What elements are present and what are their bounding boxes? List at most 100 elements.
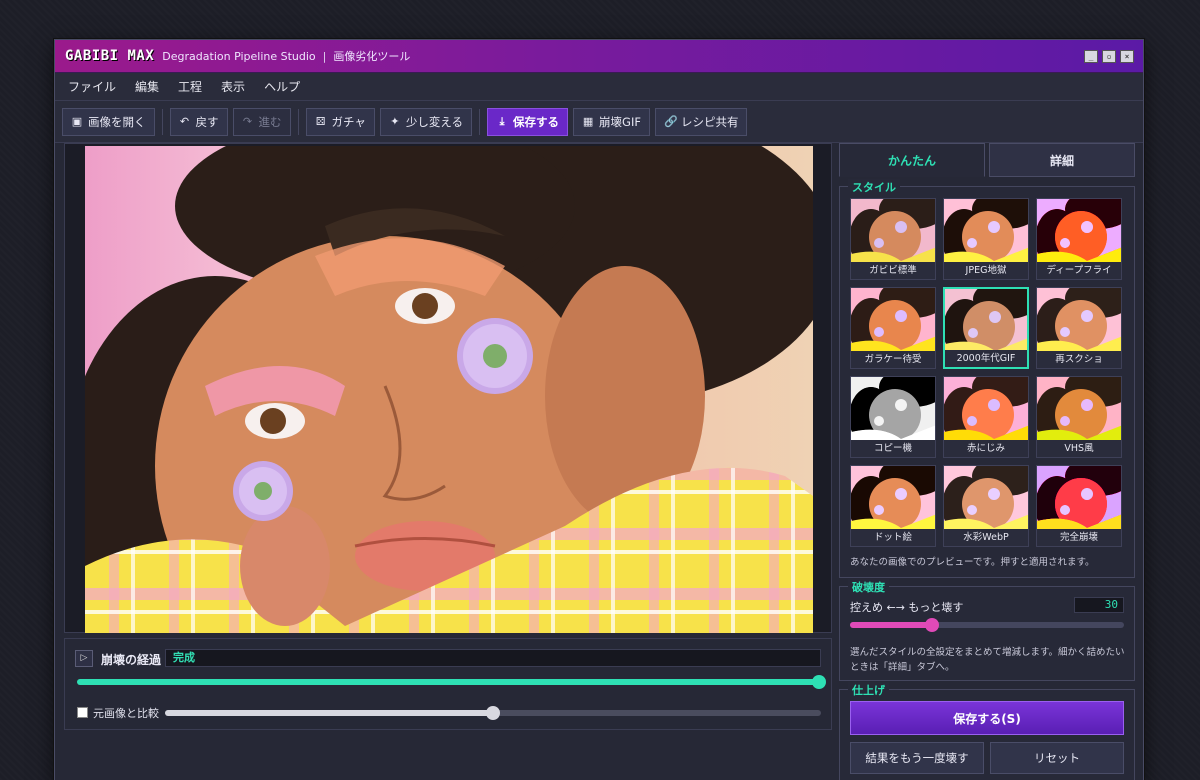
damage-handle[interactable] xyxy=(925,618,940,632)
minimize-button[interactable]: _ xyxy=(1084,49,1098,63)
style-thumbnail xyxy=(944,199,1028,264)
style-card-label: 完全崩壊 xyxy=(1037,529,1121,546)
tweak-label: 少し変える xyxy=(405,114,464,129)
undo-icon: ↶ xyxy=(179,115,190,128)
title-separator: | xyxy=(322,49,327,63)
style-thumbnail xyxy=(851,199,935,264)
style-card[interactable]: 再スクショ xyxy=(1036,287,1122,369)
style-group: スタイル ガビビ標準 JPEG地獄 ディープフライ ガラケー待受 2000年代GIF 再ス… xyxy=(839,179,1135,578)
tab-easy[interactable]: かんたん xyxy=(839,143,985,177)
app-subtitle: Degradation Pipeline Studio xyxy=(162,49,316,63)
undo-button[interactable]: ↶ 戻す xyxy=(169,107,228,136)
app-logo: GABIBI MAX xyxy=(65,48,155,64)
open-image-button[interactable]: ▣ 画像を開く xyxy=(62,107,155,136)
style-card-label: ディープフライ xyxy=(1037,262,1121,279)
style-thumbnail xyxy=(1037,199,1121,264)
style-card[interactable]: 完全崩壊 xyxy=(1036,465,1122,547)
style-card-label: 再スクショ xyxy=(1037,351,1121,368)
compare-slider[interactable] xyxy=(165,706,821,720)
style-thumbnail xyxy=(851,377,935,442)
finish-legend: 仕上げ xyxy=(848,682,889,698)
film-icon: ▦ xyxy=(582,115,594,128)
mode-tabs: かんたん 詳細 xyxy=(839,143,1135,177)
toolbar-divider xyxy=(297,108,299,135)
style-card-label: 水彩WebP xyxy=(944,529,1028,546)
download-icon: ⤓ xyxy=(499,114,505,128)
compare-checkbox[interactable] xyxy=(77,707,88,718)
style-thumbnail xyxy=(851,288,935,353)
style-card-label: ガラケー待受 xyxy=(851,351,935,368)
gacha-button[interactable]: ⚄ ガチャ xyxy=(305,107,375,136)
style-thumbnail xyxy=(851,466,935,531)
style-card[interactable]: ガラケー待受 xyxy=(850,287,936,369)
save-toolbar-button[interactable]: ⤓ 保存する xyxy=(487,107,569,136)
style-card[interactable]: ドット絵 xyxy=(850,465,936,547)
save-toolbar-label: 保存する xyxy=(513,114,560,129)
style-note: あなたの画像でのプレビューです。押すと適用されます。 xyxy=(850,557,1095,568)
damage-value[interactable]: 30 xyxy=(1074,597,1124,613)
menu-edit[interactable]: 編集 xyxy=(135,78,159,95)
menu-file[interactable]: ファイル xyxy=(68,78,116,95)
style-card-label: 2000年代GIF xyxy=(945,350,1027,367)
style-card[interactable]: 赤にじみ xyxy=(943,376,1029,458)
style-card[interactable]: 水彩WebP xyxy=(943,465,1029,547)
style-card-label: 赤にじみ xyxy=(944,440,1028,457)
style-thumbnail xyxy=(1037,466,1121,531)
damage-slider[interactable] xyxy=(850,618,1124,632)
style-card[interactable]: コピー機 xyxy=(850,376,936,458)
menu-view[interactable]: 表示 xyxy=(221,78,245,95)
damage-label: 控えめ ←→ もっと壊す xyxy=(850,601,964,614)
share-recipe-label: レシピ共有 xyxy=(680,114,739,129)
undo-label: 戻す xyxy=(195,114,219,129)
style-grid: ガビビ標準 JPEG地獄 ディープフライガラケー待受 2000年代GIF 再スクショコピ… xyxy=(850,198,1122,547)
finish-group: 仕上げ 保存する(S) 結果をもう一度壊す リセット xyxy=(839,682,1135,780)
title-bar: GABIBI MAX Degradation Pipeline Studio |… xyxy=(55,40,1143,73)
rebreak-button[interactable]: 結果をもう一度壊す xyxy=(850,742,984,774)
toolbar: ▣ 画像を開く ↶ 戻す ↷ 進む ⚄ ガチャ ✦ 少し変える ⤓ 保存する ▦… xyxy=(55,101,1143,143)
tab-detail[interactable]: 詳細 xyxy=(989,143,1135,177)
sparkle-icon: ✦ xyxy=(390,115,400,128)
damage-note: 選んだスタイルの全設定をまとめて増減します。細かく詰めたいときは「詳細」タブへ。 xyxy=(850,647,1125,673)
style-thumbnail xyxy=(1037,288,1121,353)
portrait-illustration xyxy=(85,146,813,633)
style-card[interactable]: VHS風 xyxy=(1036,376,1122,458)
damage-legend: 破壊度 xyxy=(848,579,889,595)
style-card-label: コピー機 xyxy=(851,440,935,457)
window-controls: _ ▫ × xyxy=(1084,49,1134,63)
tweak-button[interactable]: ✦ 少し変える xyxy=(379,107,473,136)
save-button[interactable]: 保存する(S) xyxy=(850,701,1124,735)
compare-fill xyxy=(165,710,493,716)
reset-button[interactable]: リセット xyxy=(990,742,1124,774)
image-icon: ▣ xyxy=(71,115,83,128)
dice-icon: ⚄ xyxy=(315,115,326,128)
share-recipe-button[interactable]: 🔗 レシピ共有 xyxy=(654,107,748,136)
style-thumbnail xyxy=(944,466,1028,531)
timeline-handle[interactable] xyxy=(812,675,826,689)
redo-button[interactable]: ↷ 進む xyxy=(232,107,291,136)
style-card[interactable]: 2000年代GIF xyxy=(943,287,1029,369)
timeline-slider[interactable] xyxy=(77,675,826,689)
style-thumbnail xyxy=(1037,377,1121,442)
progress-status: 完成 xyxy=(165,649,821,667)
menu-help[interactable]: ヘルプ xyxy=(264,78,300,95)
link-icon: 🔗 xyxy=(663,115,678,128)
damage-group: 破壊度 控えめ ←→ もっと壊す 30 選んだスタイルの全設定をまとめて増減しま… xyxy=(839,579,1135,681)
style-card[interactable]: ガビビ標準 xyxy=(850,198,936,280)
damage-fill xyxy=(850,622,933,628)
toolbar-divider xyxy=(479,108,481,135)
image-canvas[interactable] xyxy=(64,143,832,633)
style-card-label: ガビビ標準 xyxy=(851,262,935,279)
menu-process[interactable]: 工程 xyxy=(178,78,202,95)
settings-panel: かんたん 詳細 スタイル ガビビ標準 JPEG地獄 ディープフライ ガラケー待受 200… xyxy=(839,143,1135,780)
style-card-label: ドット絵 xyxy=(851,529,935,546)
close-button[interactable]: × xyxy=(1120,49,1134,63)
style-card[interactable]: JPEG地獄 xyxy=(943,198,1029,280)
play-button[interactable]: ▷ xyxy=(75,650,93,667)
maximize-button[interactable]: ▫ xyxy=(1102,49,1116,63)
style-card[interactable]: ディープフライ xyxy=(1036,198,1122,280)
style-thumbnail xyxy=(944,377,1028,442)
gif-button[interactable]: ▦ 崩壊GIF xyxy=(573,107,650,136)
style-thumbnail xyxy=(945,289,1027,354)
compare-handle[interactable] xyxy=(486,706,500,720)
redo-icon: ↷ xyxy=(242,115,253,128)
